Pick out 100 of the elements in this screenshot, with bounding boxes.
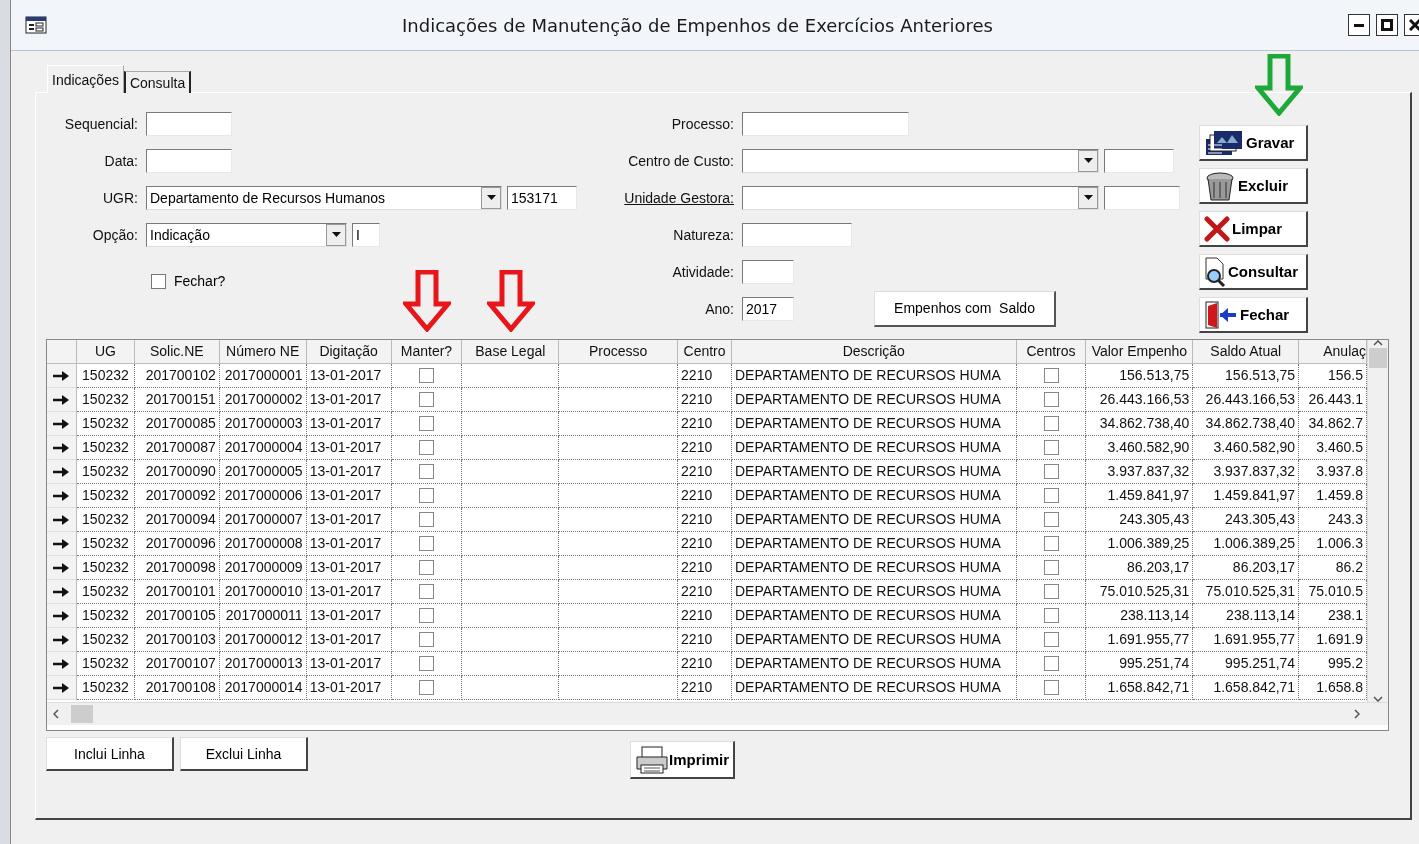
row-checkbox[interactable] (1043, 536, 1059, 551)
table-cell-text: 150232 (82, 438, 129, 457)
horizontal-scrollbar[interactable] (47, 702, 1388, 725)
action-button[interactable]: Fechar (1199, 297, 1308, 333)
table-cell-text: 34.862.7 (1308, 414, 1364, 433)
row-checkbox[interactable] (1043, 488, 1059, 503)
code-field[interactable]: 153171 (507, 185, 577, 210)
row-arrow-icon (52, 537, 71, 550)
tab[interactable]: Consulta (123, 71, 192, 93)
row-checkbox[interactable] (418, 608, 434, 623)
row-checkbox[interactable] (418, 560, 434, 575)
column-header[interactable]: Anulaç (1299, 340, 1368, 364)
scroll-thumb[interactable] (71, 705, 93, 723)
table-cell-text: 2017000012 (224, 630, 303, 649)
scroll-thumb[interactable] (1369, 348, 1387, 368)
code-field[interactable] (1104, 185, 1180, 210)
column-header[interactable]: Número NE (219, 340, 307, 364)
row-checkbox[interactable] (1043, 680, 1059, 695)
row-checkbox[interactable] (418, 368, 434, 383)
row-arrow-icon (52, 657, 71, 670)
row-checkbox[interactable] (418, 512, 434, 527)
dropdown[interactable]: Indicação (146, 222, 347, 247)
row-checkbox[interactable] (1043, 464, 1059, 479)
form-icon (25, 16, 47, 34)
row-checkbox[interactable] (1043, 512, 1059, 527)
column-header[interactable]: Digitação (306, 340, 392, 364)
table-cell-text: 1.658.8 (1316, 678, 1364, 697)
action-button[interactable]: Consultar (1199, 254, 1308, 290)
table-cell-text: 13-01-2017 (309, 414, 382, 433)
row-checkbox[interactable] (418, 536, 434, 551)
remove-row-button[interactable]: Exclui Linha (180, 737, 308, 771)
text-field[interactable]: 2017 (742, 296, 794, 321)
row-checkbox[interactable] (418, 584, 434, 599)
row-checkbox[interactable] (418, 656, 434, 671)
row-checkbox[interactable] (1043, 416, 1059, 431)
row-checkbox[interactable] (418, 680, 434, 695)
fechar-checkbox[interactable]: Fechar? (151, 273, 601, 289)
text-field[interactable] (742, 222, 852, 247)
row-checkbox[interactable] (418, 416, 434, 431)
table-cell-text: 201700108 (145, 678, 216, 697)
table-cell-text: 238.113,14 (1226, 606, 1296, 625)
column-header[interactable]: UG (76, 340, 135, 364)
column-header[interactable]: Solic.NE (134, 340, 220, 364)
exit-door-icon (1204, 299, 1238, 330)
row-checkbox[interactable] (1043, 632, 1059, 647)
table-cell-text: 3.460.582,90 (1213, 438, 1296, 457)
column-header[interactable]: Manter? (391, 340, 463, 364)
column-header[interactable]: Descrição (732, 340, 1017, 364)
dropdown[interactable]: Departamento de Recursos Humanos (146, 185, 502, 210)
row-checkbox[interactable] (1043, 560, 1059, 575)
row-checkbox[interactable] (1043, 392, 1059, 407)
row-checkbox[interactable] (1043, 440, 1059, 455)
table-cell-text: DEPARTAMENTO DE RECURSOS HUMA (735, 582, 1001, 601)
maximize-button[interactable] (1376, 14, 1398, 36)
table-cell-text: DEPARTAMENTO DE RECURSOS HUMA (735, 654, 1001, 673)
text-field[interactable] (146, 111, 232, 136)
column-header[interactable]: Processo (559, 340, 679, 364)
row-checkbox[interactable] (418, 440, 434, 455)
window-title: Indicações de Manutenção de Empenhos de Exercícios Anteriores (401, 14, 994, 36)
text-field[interactable] (742, 259, 794, 284)
row-checkbox[interactable] (418, 464, 434, 479)
print-button[interactable]: Imprimir (630, 741, 735, 779)
row-checkbox[interactable] (418, 632, 434, 647)
minimize-button[interactable] (1348, 14, 1370, 36)
column-header[interactable]: Valor Empenho (1086, 340, 1194, 364)
vertical-scrollbar[interactable] (1367, 340, 1388, 702)
column-header[interactable]: Saldo Atual (1193, 340, 1300, 364)
empenhos-button[interactable]: Empenhos com Saldo (874, 290, 1056, 327)
row-checkbox[interactable] (1043, 368, 1059, 383)
tab[interactable]: Indicações (47, 65, 124, 93)
text-field[interactable] (146, 148, 232, 173)
table-cell-text: DEPARTAMENTO DE RECURSOS HUMA (735, 486, 1001, 505)
table-cell-text: 75.010.525,31 (1205, 582, 1296, 601)
table-cell-text: DEPARTAMENTO DE RECURSOS HUMA (735, 558, 1001, 577)
table-cell-text: 26.443.166,53 (1205, 390, 1296, 409)
table-cell-text: 1.459.8 (1316, 486, 1364, 505)
table-cell-text: 1.006.389,25 (1107, 534, 1190, 553)
add-row-button[interactable]: Inclui Linha (46, 737, 174, 771)
column-header[interactable]: Base Legal (462, 340, 560, 364)
table-cell-text: 2210 (681, 630, 713, 649)
row-checkbox[interactable] (1043, 584, 1059, 599)
action-button[interactable]: Limpar (1199, 211, 1308, 247)
table-cell-text: 2210 (681, 678, 713, 697)
dropdown[interactable] (742, 185, 1099, 210)
dropdown[interactable] (742, 148, 1099, 173)
code-field[interactable] (1104, 148, 1174, 173)
table-cell-text: 150232 (82, 486, 129, 505)
table-cell-text: 2210 (681, 462, 713, 481)
code-field[interactable]: I (352, 222, 380, 247)
column-header[interactable]: Centro (678, 340, 732, 364)
column-header[interactable]: Centros (1016, 340, 1087, 364)
action-button[interactable]: Gravar (1199, 125, 1308, 161)
table-cell-text: 2017000002 (224, 390, 303, 409)
text-field[interactable] (742, 111, 909, 136)
row-arrow-icon (52, 441, 71, 454)
row-checkbox[interactable] (418, 392, 434, 407)
row-checkbox[interactable] (1043, 608, 1059, 623)
action-button[interactable]: Excluir (1199, 168, 1308, 204)
row-checkbox[interactable] (418, 488, 434, 503)
row-checkbox[interactable] (1043, 656, 1059, 671)
